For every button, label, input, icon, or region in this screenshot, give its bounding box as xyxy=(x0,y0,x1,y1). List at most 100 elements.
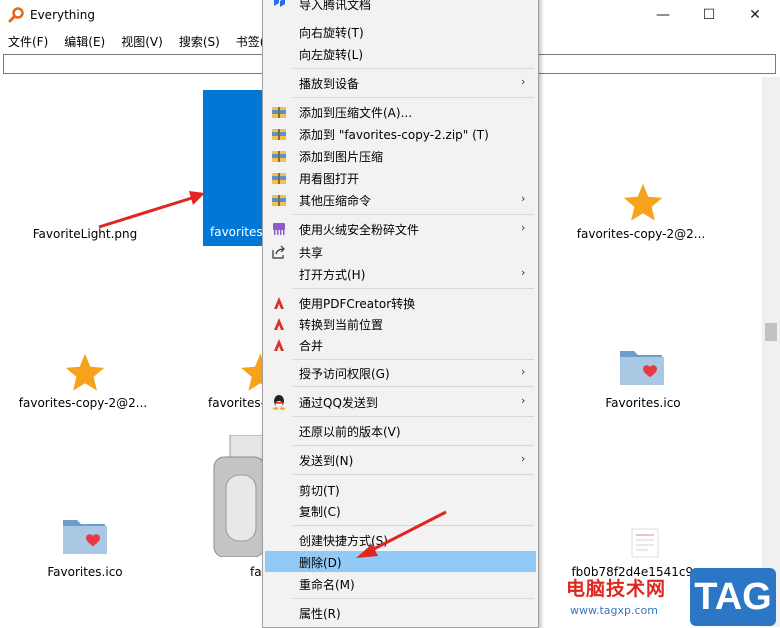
tencent-docs-icon xyxy=(274,0,285,7)
ctx-label: 向左旋转(L) xyxy=(299,48,364,62)
ctx-merge[interactable]: 合并 xyxy=(265,334,536,355)
menu-file[interactable]: 文件(F) xyxy=(0,31,56,51)
ctx-rotate-left[interactable]: 向左旋转(L) xyxy=(265,43,536,64)
ctx-rotate-right[interactable]: 向右旋转(T) xyxy=(265,21,536,42)
ctx-separator xyxy=(293,445,534,446)
ctx-label: 重命名(M) xyxy=(299,578,355,592)
menu-view[interactable]: 视图(V) xyxy=(113,31,171,51)
ctx-send-via-qq[interactable]: 通过QQ发送到 › xyxy=(265,391,536,412)
chevron-right-icon: › xyxy=(521,394,526,407)
ctx-label: 共享 xyxy=(299,246,324,260)
selected-file-label[interactable]: favorites- xyxy=(210,225,267,239)
archive-icon xyxy=(272,173,286,184)
chevron-right-icon: › xyxy=(521,192,526,205)
folder-heart-icon[interactable] xyxy=(617,345,667,389)
chevron-right-icon: › xyxy=(521,266,526,279)
ctx-label: 发送到(N) xyxy=(299,454,354,468)
ctx-separator xyxy=(293,359,534,360)
selected-file-item[interactable] xyxy=(203,90,265,246)
close-button[interactable]: ✕ xyxy=(732,0,778,30)
ctx-label: 复制(C) xyxy=(299,505,341,519)
ctx-import-tencent-docs[interactable]: 导入腾讯文档 xyxy=(265,0,536,14)
ctx-separator xyxy=(293,288,534,289)
ctx-label: 使用PDFCreator转换 xyxy=(299,297,416,311)
ctx-restore-previous-versions[interactable]: 还原以前的版本(V) xyxy=(265,420,536,441)
shredder-icon xyxy=(273,223,285,235)
file-label[interactable]: favorites-copy-2@2... xyxy=(566,227,716,241)
magnifier-icon xyxy=(8,7,24,23)
star-icon[interactable] xyxy=(620,181,666,225)
everything-window: Everything — ☐ ✕ 文件(F) 编辑(E) 视图(V) 搜索(S)… xyxy=(0,0,780,628)
watermark-site: 电脑技术网 xyxy=(566,578,667,600)
archive-icon xyxy=(272,151,286,162)
ctx-cut[interactable]: 剪切(T) xyxy=(265,479,536,500)
ctx-open-with-viewer[interactable]: 用看图打开 xyxy=(265,167,536,188)
ctx-label: 属性(R) xyxy=(299,607,341,621)
ctx-label: 合并 xyxy=(299,339,324,353)
maximize-button[interactable]: ☐ xyxy=(686,0,732,30)
archive-icon xyxy=(272,129,286,140)
archive-icon xyxy=(272,107,286,118)
ctx-label: 使用火绒安全粉碎文件 xyxy=(299,223,420,237)
ctx-label: 添加到图片压缩 xyxy=(299,150,384,164)
vertical-scrollbar[interactable] xyxy=(762,77,780,627)
ctx-cast-to-device[interactable]: 播放到设备 › xyxy=(265,72,536,93)
ctx-label: 添加到压缩文件(A)... xyxy=(299,106,413,120)
star-icon[interactable] xyxy=(62,351,108,395)
ctx-separator xyxy=(293,598,534,599)
ctx-share[interactable]: 共享 xyxy=(265,241,536,262)
file-label[interactable]: Favorites.ico xyxy=(568,396,718,410)
ctx-label: 剪切(T) xyxy=(299,484,340,498)
ctx-huorong-shred[interactable]: 使用火绒安全粉碎文件 › xyxy=(265,218,536,239)
ctx-rename[interactable]: 重命名(M) xyxy=(265,573,536,594)
chevron-right-icon: › xyxy=(521,365,526,378)
menu-bar: 文件(F) 编辑(E) 视图(V) 搜索(S) 书签(B) xyxy=(0,31,285,51)
scanner-icon[interactable] xyxy=(212,435,264,557)
ctx-add-to-image-compress[interactable]: 添加到图片压缩 xyxy=(265,145,536,166)
ctx-label: 删除(D) xyxy=(299,556,342,570)
ctx-label: 通过QQ发送到 xyxy=(299,396,378,410)
ctx-label: 转换到当前位置 xyxy=(299,318,384,332)
file-label[interactable]: Favorites.ico xyxy=(10,565,160,579)
window-title: Everything xyxy=(30,8,95,22)
ctx-other-compress-commands[interactable]: 其他压缩命令 › xyxy=(265,189,536,210)
ctx-label: 用看图打开 xyxy=(299,172,360,186)
ctx-label: 还原以前的版本(V) xyxy=(299,425,401,439)
menu-search[interactable]: 搜索(S) xyxy=(171,31,228,51)
ctx-separator xyxy=(293,386,534,387)
watermark-url: www.tagxp.com xyxy=(570,604,658,617)
watermark-logo: TAG xyxy=(690,568,776,626)
document-icon[interactable] xyxy=(628,527,662,559)
pdfcreator-icon xyxy=(274,339,284,351)
menu-edit[interactable]: 编辑(E) xyxy=(56,31,113,51)
ctx-grant-access[interactable]: 授予访问权限(G) › xyxy=(265,362,536,383)
scrollbar-thumb[interactable] xyxy=(765,323,777,341)
annotation-arrow xyxy=(98,191,205,229)
ctx-separator xyxy=(293,474,534,475)
folder-heart-icon[interactable] xyxy=(60,514,110,558)
file-label[interactable]: favorites-copy-2@2... xyxy=(8,396,158,410)
ctx-separator xyxy=(293,214,534,215)
ctx-label: 其他压缩命令 xyxy=(299,194,372,208)
ctx-send-to[interactable]: 发送到(N) › xyxy=(265,449,536,470)
ctx-properties[interactable]: 属性(R) xyxy=(265,602,536,623)
chevron-right-icon: › xyxy=(521,452,526,465)
pdfcreator-icon xyxy=(274,297,284,309)
ctx-label: 打开方式(H) xyxy=(299,268,366,282)
annotation-arrow xyxy=(356,510,447,558)
ctx-pdfcreator-convert[interactable]: 使用PDFCreator转换 xyxy=(265,292,536,313)
pdfcreator-icon xyxy=(274,318,284,330)
file-label[interactable]: favorites- xyxy=(188,396,262,410)
qq-icon xyxy=(273,395,285,410)
chevron-right-icon: › xyxy=(521,75,526,88)
ctx-open-with[interactable]: 打开方式(H) › xyxy=(265,263,536,284)
ctx-convert-to-current[interactable]: 转换到当前位置 xyxy=(265,313,536,334)
ctx-separator xyxy=(293,68,534,69)
minimize-button[interactable]: — xyxy=(640,0,686,30)
ctx-add-to-zip[interactable]: 添加到 "favorites-copy-2.zip" (T) xyxy=(265,123,536,144)
ctx-label: 向右旋转(T) xyxy=(299,26,364,40)
ctx-label: 导入腾讯文档 xyxy=(299,0,372,12)
ctx-label: 添加到 "favorites-copy-2.zip" (T) xyxy=(299,128,489,142)
ctx-separator xyxy=(293,416,534,417)
ctx-add-to-archive[interactable]: 添加到压缩文件(A)... xyxy=(265,101,536,122)
